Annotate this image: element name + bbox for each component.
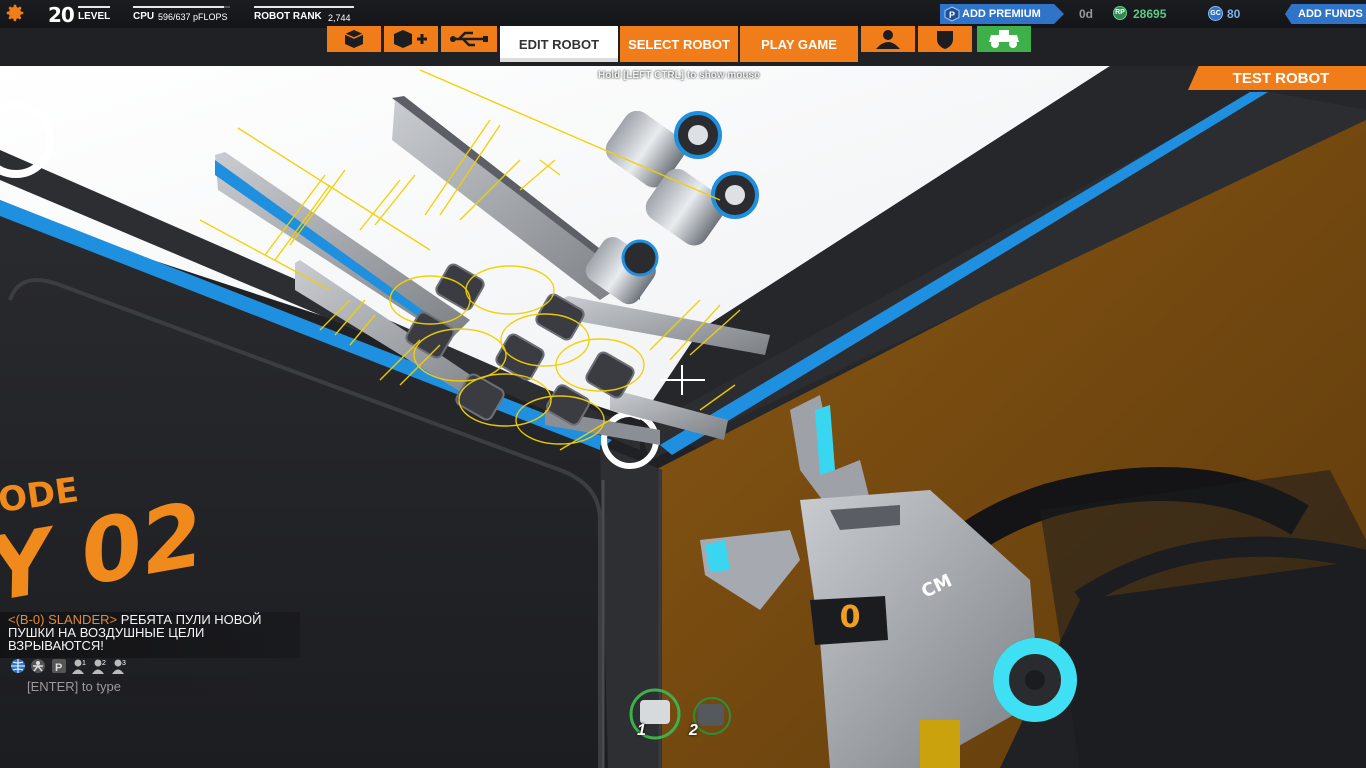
level-progress-bar xyxy=(78,6,110,8)
robot-rank-value: 2,744 xyxy=(328,13,351,23)
team3-icon[interactable]: 3 xyxy=(111,658,127,674)
cpu-label: CPU xyxy=(133,11,155,22)
tab-robot-shop[interactable] xyxy=(441,26,497,52)
cpu-value: 596/637 pFLOPS xyxy=(158,12,228,22)
globe-icon[interactable] xyxy=(10,658,26,674)
cube-plus-icon xyxy=(394,30,427,48)
tab-inventory-cubes[interactable] xyxy=(327,26,381,52)
team1-icon[interactable]: 1 xyxy=(71,658,87,674)
hotbar-slot-2-number[interactable]: 2 xyxy=(689,722,698,740)
galaxy-coins-icon: GC xyxy=(1208,6,1223,21)
control-hint: Hold [LEFT CTRL] to show mouse xyxy=(598,70,760,81)
profile-icon xyxy=(876,30,900,49)
add-funds-button[interactable]: ADD FUNDS xyxy=(1285,4,1366,24)
svg-text:P: P xyxy=(55,662,62,674)
robits-icon: RP xyxy=(1113,6,1127,20)
robits-balance: 28695 xyxy=(1133,7,1167,21)
team2-icon[interactable]: 2 xyxy=(91,658,107,674)
tab-edit-robot[interactable]: EDIT ROBOT xyxy=(500,26,618,62)
player-level-number: 20 xyxy=(48,3,75,27)
premium-days-remaining: 0d xyxy=(1079,7,1094,21)
tab-clan[interactable] xyxy=(918,26,972,52)
svg-text:3: 3 xyxy=(122,660,126,667)
settings-gear-icon[interactable] xyxy=(4,2,26,24)
party-icon[interactable]: P xyxy=(51,658,67,674)
garage-robot-icon xyxy=(989,30,1019,48)
hotbar-slot2-icon xyxy=(698,704,724,726)
pilot-icon[interactable] xyxy=(30,658,46,674)
tab-garage[interactable] xyxy=(977,26,1031,52)
svg-text:2: 2 xyxy=(102,660,106,667)
cube-counter: 0 xyxy=(839,600,861,635)
premium-cube-icon: P xyxy=(944,6,960,22)
chat-input-placeholder: [ENTER] to type xyxy=(27,679,121,694)
tab-cube-depot[interactable] xyxy=(384,26,438,52)
svg-text:1: 1 xyxy=(82,660,86,667)
chat-message: <(B-0) SLANDER> РЕБЯТА ПУЛИ НОВОЙ ПУШКИ … xyxy=(8,613,288,652)
tab-play-game[interactable]: PLAY GAME xyxy=(740,26,858,62)
tab-profile[interactable] xyxy=(861,26,915,52)
usb-icon xyxy=(450,31,488,47)
robot-rank-bar xyxy=(254,6,354,8)
hotbar-slot-1-number[interactable]: 1 xyxy=(637,722,646,740)
clan-shield-icon xyxy=(937,31,953,49)
robot-rank-label: ROBOT RANK xyxy=(254,11,322,22)
cpu-progress-bar xyxy=(133,6,230,8)
player-level-label: LEVEL xyxy=(78,11,111,22)
hotbar-slot1-icon xyxy=(640,700,670,724)
svg-text:P: P xyxy=(949,10,955,20)
tab-select-robot[interactable]: SELECT ROBOT xyxy=(620,26,738,62)
galaxy-coins-balance: 80 xyxy=(1227,7,1241,21)
test-robot-button[interactable]: TEST ROBOT xyxy=(1188,66,1366,90)
cube-icon xyxy=(344,30,364,48)
